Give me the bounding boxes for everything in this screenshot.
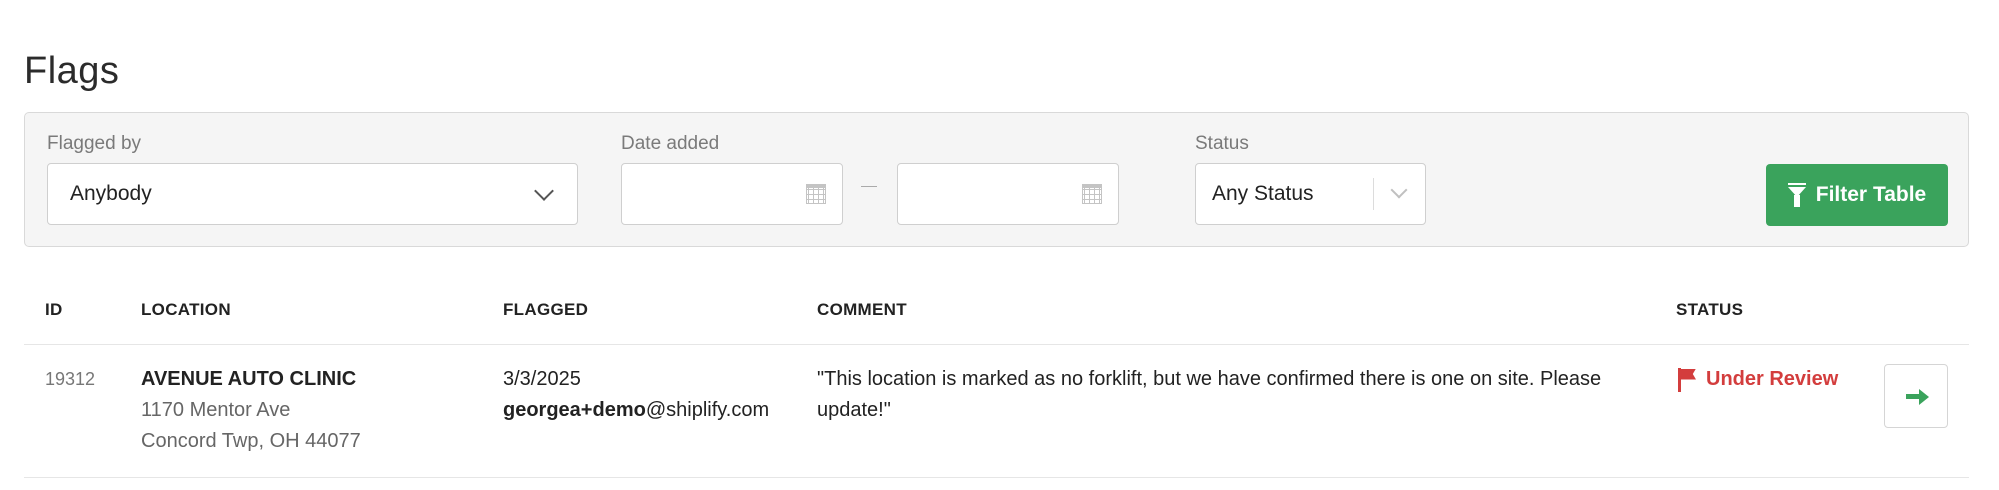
row-id: 19312	[45, 369, 96, 389]
select-divider	[1373, 178, 1374, 210]
header-divider	[24, 344, 1969, 345]
flagged-cell: 3/3/2025 georgea+demo@shiplify.com	[503, 364, 769, 426]
flagged-date: 3/3/2025	[503, 368, 581, 390]
calendar-icon	[1082, 184, 1102, 204]
status-badge: Under Review	[1676, 364, 1838, 395]
chevron-down-icon	[534, 181, 554, 201]
calendar-icon	[806, 184, 826, 204]
column-header-id[interactable]: ID	[45, 300, 63, 320]
comment-text: "This location is marked as no forklift,…	[817, 368, 1602, 421]
location-cell: AVENUE AUTO CLINIC 1170 Mentor Ave Conco…	[141, 364, 361, 457]
view-row-button[interactable]	[1884, 364, 1948, 428]
address-line-1: 1170 Mentor Ave	[141, 399, 291, 421]
date-from-input[interactable]	[621, 163, 843, 225]
flag-icon	[1676, 367, 1698, 392]
status-select[interactable]: Any Status	[1195, 163, 1426, 225]
chevron-down-icon	[1390, 181, 1408, 199]
date-added-label: Date added	[621, 133, 720, 154]
page-title: Flags	[24, 50, 120, 92]
filter-table-button-label: Filter Table	[1815, 183, 1927, 206]
filter-table-button[interactable]: Filter Table	[1766, 164, 1948, 226]
column-header-status[interactable]: STATUS	[1676, 300, 1743, 320]
column-header-location[interactable]: LOCATION	[141, 300, 231, 320]
flagged-by-value: Anybody	[70, 182, 152, 205]
date-to-input[interactable]	[897, 163, 1119, 225]
status-label: Status	[1195, 133, 1249, 154]
flagged-by-select[interactable]: Anybody	[47, 163, 578, 225]
column-header-flagged[interactable]: FLAGGED	[503, 300, 588, 320]
filter-icon	[1787, 183, 1806, 207]
flagged-by-user: georgea+demo	[503, 399, 646, 421]
status-text: Under Review	[1706, 368, 1839, 390]
row-divider	[24, 477, 1969, 478]
location-name: AVENUE AUTO CLINIC	[141, 368, 357, 390]
address-line-2: Concord Twp, OH 44077	[141, 430, 361, 452]
flagged-by-label: Flagged by	[47, 133, 142, 154]
column-header-comment[interactable]: COMMENT	[817, 300, 907, 320]
status-value: Any Status	[1212, 182, 1314, 205]
flagged-by-email: georgea+demo@shiplify.com	[503, 395, 769, 426]
filter-panel: Flagged by Anybody Date added Status Any…	[24, 112, 1969, 247]
flagged-by-domain: @shiplify.com	[645, 399, 770, 421]
date-range-separator	[861, 186, 877, 187]
